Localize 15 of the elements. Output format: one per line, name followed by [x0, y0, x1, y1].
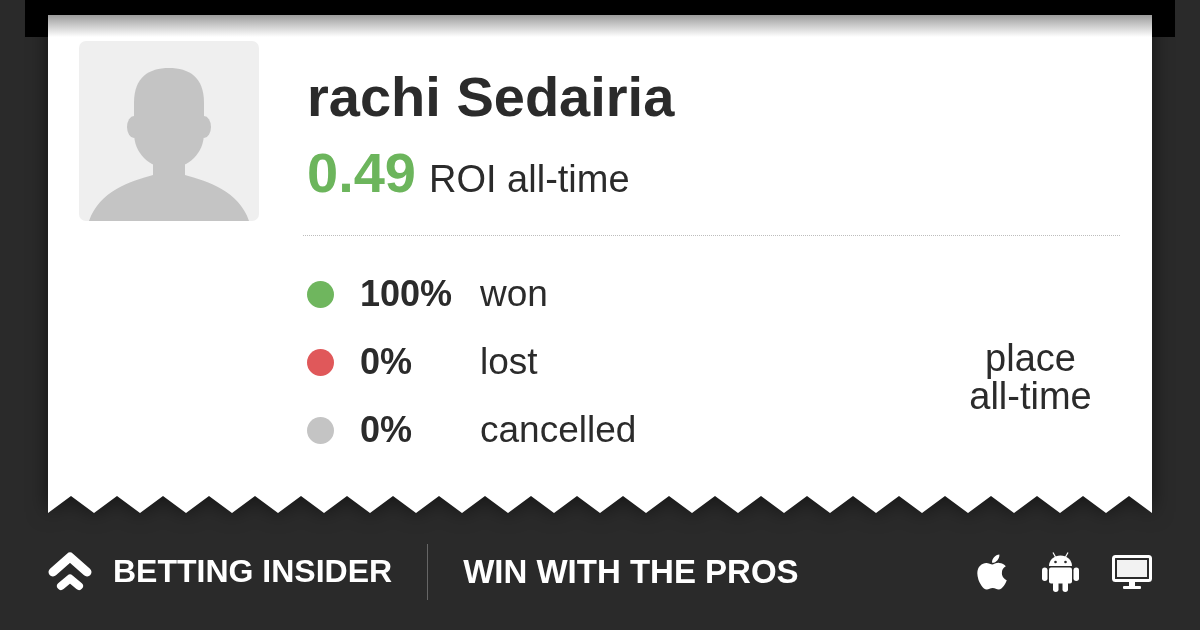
stat-label: cancelled — [480, 408, 637, 452]
android-icon[interactable] — [1042, 551, 1079, 592]
brand-name: BETTING INSIDER — [113, 553, 393, 590]
place-label: place all-time — [968, 339, 1093, 415]
profile-name: rachi Sedairia — [307, 65, 675, 129]
monitor-icon[interactable] — [1112, 554, 1152, 589]
roi-label: ROI all-time — [429, 157, 630, 202]
tagline: WIN WITH THE PROS — [463, 552, 799, 591]
roi-value: 0.49 — [307, 141, 416, 205]
double-chevron-icon — [48, 551, 92, 592]
stat-percentage: 0% — [360, 408, 413, 452]
stat-label: lost — [480, 340, 538, 384]
stat-label: won — [480, 272, 548, 316]
stat-percentage: 100% — [360, 272, 453, 316]
stat-percentage: 0% — [360, 340, 413, 384]
